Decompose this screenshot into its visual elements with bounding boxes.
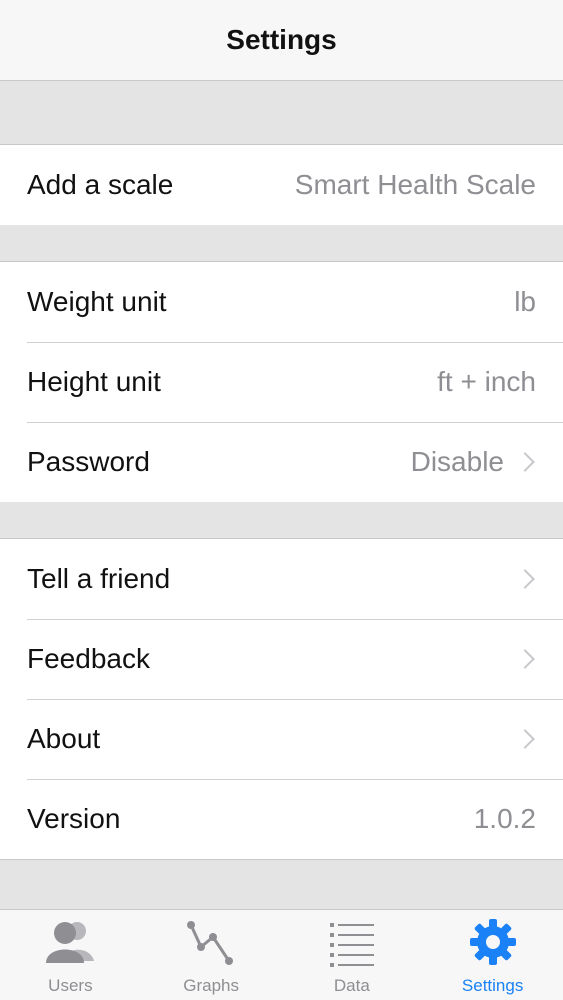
- tab-data-label: Data: [333, 976, 370, 995]
- tab-graphs[interactable]: Graphs: [141, 910, 282, 1000]
- add-scale-value-text: Smart Health Scale: [294, 169, 536, 200]
- navigation-bar: Settings: [0, 0, 563, 81]
- feedback-row[interactable]: Feedback: [0, 619, 563, 699]
- tab-graphs-label: Graphs: [183, 976, 239, 995]
- password-value-text: Disable: [410, 446, 504, 477]
- feedback-label: Feedback: [27, 643, 150, 674]
- section-spacer: [0, 860, 563, 909]
- tab-data[interactable]: Data: [282, 910, 423, 1000]
- add-scale-row[interactable]: Add a scale Smart Health Scale: [0, 145, 563, 225]
- section-spacer: [0, 81, 563, 145]
- section-spacer: [0, 502, 563, 539]
- tab-settings[interactable]: Settings: [422, 910, 563, 1000]
- height-unit-row[interactable]: Height unit ft + inch: [0, 342, 563, 422]
- password-row[interactable]: Password Disable: [0, 422, 563, 502]
- height-unit-value: ft + inch: [437, 366, 536, 397]
- weight-unit-row[interactable]: Weight unit lb: [0, 262, 563, 342]
- version-value: 1.0.2: [473, 803, 536, 834]
- tab-settings-label: Settings: [461, 976, 524, 995]
- add-scale-value: Smart Health Scale: [295, 169, 536, 201]
- users-icon: [42, 914, 98, 970]
- tab-users-label: Users: [48, 976, 93, 995]
- password-value: Disable: [411, 446, 536, 478]
- about-label: About: [27, 723, 101, 754]
- tab-bar: Users Graphs Data Settings: [0, 909, 563, 1000]
- password-label: Password: [27, 446, 150, 477]
- weight-unit-value: lb: [514, 286, 536, 317]
- add-scale-label: Add a scale: [27, 169, 174, 200]
- version-row: Version 1.0.2: [0, 779, 563, 859]
- height-unit-label: Height unit: [27, 366, 161, 397]
- tell-a-friend-accessory: [504, 569, 536, 589]
- units-group: Weight unit lb Height unit ft + inch Pas…: [0, 261, 563, 503]
- info-group: Tell a friend Feedback About Version 1.0…: [0, 538, 563, 860]
- graph-icon: [183, 914, 239, 970]
- chevron-right-icon: [515, 729, 535, 749]
- chevron-right-icon: [515, 649, 535, 669]
- section-spacer: [0, 225, 563, 262]
- scale-group: Add a scale Smart Health Scale: [0, 144, 563, 226]
- feedback-accessory: [504, 649, 536, 669]
- gear-icon: [465, 914, 521, 970]
- weight-unit-label: Weight unit: [27, 286, 167, 317]
- tell-a-friend-row[interactable]: Tell a friend: [0, 539, 563, 619]
- tab-users[interactable]: Users: [0, 910, 141, 1000]
- version-label: Version: [27, 803, 121, 834]
- about-row[interactable]: About: [0, 699, 563, 779]
- about-accessory: [504, 729, 536, 749]
- chevron-right-icon: [515, 452, 535, 472]
- list-icon: [324, 914, 380, 970]
- page-title: Settings: [226, 24, 337, 55]
- chevron-right-icon: [515, 569, 535, 589]
- tell-a-friend-label: Tell a friend: [27, 563, 171, 594]
